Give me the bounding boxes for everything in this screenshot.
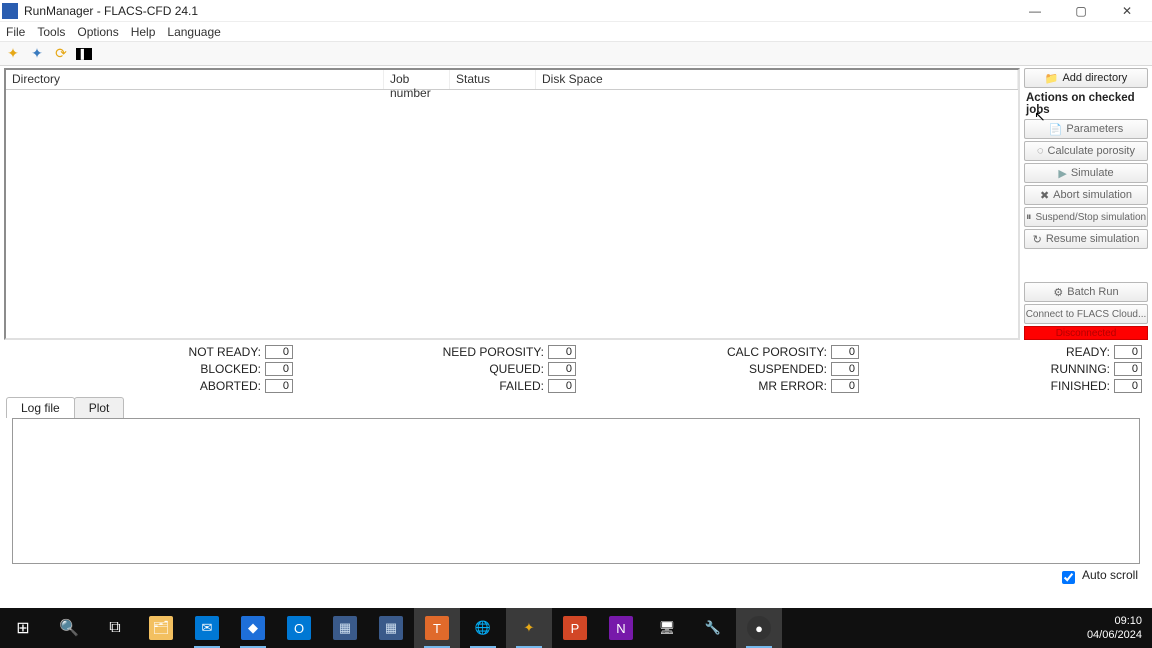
porosity-icon: ◌ bbox=[1037, 145, 1044, 157]
calc-porosity-button[interactable]: ◌ Calculate porosity bbox=[1024, 141, 1148, 161]
system-tray[interactable]: 09:10 04/06/2024 bbox=[1077, 614, 1152, 642]
search-button[interactable]: 🔍 bbox=[46, 608, 92, 648]
taskbar-obs[interactable]: ● bbox=[736, 608, 782, 648]
suspend-label: Suspend/Stop simulation bbox=[1035, 212, 1146, 223]
start-button[interactable]: ⊞ bbox=[0, 608, 46, 648]
abort-label: Abort simulation bbox=[1053, 189, 1132, 201]
taskbar-explorer[interactable]: 🗂 bbox=[138, 608, 184, 648]
taskbar-teams[interactable]: T bbox=[414, 608, 460, 648]
col-disk-space[interactable]: Disk Space bbox=[536, 70, 1018, 89]
clock-date: 04/06/2024 bbox=[1087, 628, 1142, 642]
maximize-button[interactable]: ▢ bbox=[1058, 0, 1104, 22]
taskbar-chrome[interactable]: 🌐 bbox=[460, 608, 506, 648]
menu-language[interactable]: Language bbox=[167, 25, 220, 39]
suspend-button[interactable]: ⏸ Suspend/Stop simulation bbox=[1024, 207, 1148, 227]
clock-time: 09:10 bbox=[1087, 614, 1142, 628]
toolbar-icon-1[interactable]: ✦ bbox=[4, 45, 22, 63]
tab-plot[interactable]: Plot bbox=[74, 397, 125, 418]
actions-section-label: Actions on checked jobs bbox=[1024, 90, 1148, 117]
taskbar-app-blue[interactable]: ◆ bbox=[230, 608, 276, 648]
reload-icon: ↻ bbox=[1033, 233, 1042, 246]
params-icon: 📄 bbox=[1049, 123, 1063, 136]
counter-blocked: BLOCKED:0 bbox=[10, 361, 293, 377]
counter-calc-porosity: CALC POROSITY:0 bbox=[576, 344, 859, 360]
resume-button[interactable]: ↻ Resume simulation bbox=[1024, 229, 1148, 249]
menu-help[interactable]: Help bbox=[131, 25, 156, 39]
col-directory[interactable]: Directory bbox=[6, 70, 384, 89]
taskbar-flacs[interactable]: ✦ bbox=[506, 608, 552, 648]
counter-mr-error: MR ERROR:0 bbox=[576, 378, 859, 394]
col-status[interactable]: Status bbox=[450, 70, 536, 89]
add-directory-label: Add directory bbox=[1062, 72, 1127, 84]
folder-icon: 📁 bbox=[1045, 72, 1059, 85]
close-button[interactable]: ✕ bbox=[1104, 0, 1150, 22]
batch-run-label: Batch Run bbox=[1067, 286, 1118, 298]
task-view-button[interactable]: ⧉ bbox=[92, 608, 138, 648]
simulate-button[interactable]: ▶ Simulate bbox=[1024, 163, 1148, 183]
connect-cloud-label: Connect to FLACS Cloud... bbox=[1026, 309, 1147, 320]
play-icon: ▶ bbox=[1058, 167, 1066, 180]
autoscroll-row: Auto scroll bbox=[0, 564, 1152, 587]
pause-icon: ⏸ bbox=[1026, 211, 1032, 224]
parameters-button[interactable]: 📄 Parameters bbox=[1024, 119, 1148, 139]
tabs-row: Log file Plot bbox=[0, 396, 1152, 418]
taskbar-outlook[interactable]: ✉ bbox=[184, 608, 230, 648]
counters-grid: NOT READY:0 NEED POROSITY:0 CALC POROSIT… bbox=[0, 342, 1152, 396]
grid-header: Directory Job number Status Disk Space bbox=[6, 70, 1018, 90]
tab-log-file[interactable]: Log file bbox=[6, 397, 75, 418]
batch-run-button[interactable]: ⚙ Batch Run bbox=[1024, 282, 1148, 302]
counter-running: RUNNING:0 bbox=[859, 361, 1142, 377]
taskbar-app-misc1[interactable]: 🖥 bbox=[644, 608, 690, 648]
connect-cloud-button[interactable]: Connect to FLACS Cloud... bbox=[1024, 304, 1148, 324]
abort-button[interactable]: ✖ Abort simulation bbox=[1024, 185, 1148, 205]
main-row: Directory Job number Status Disk Space 📁… bbox=[0, 66, 1152, 342]
toolbar-icon-2[interactable]: ✦ bbox=[28, 45, 46, 63]
taskbar-outlook2[interactable]: O bbox=[276, 608, 322, 648]
menu-tools[interactable]: Tools bbox=[37, 25, 65, 39]
calc-porosity-label: Calculate porosity bbox=[1048, 145, 1135, 157]
menubar: File Tools Options Help Language bbox=[0, 22, 1152, 42]
toolbar-terminal-icon[interactable]: ▌ bbox=[76, 48, 92, 60]
counter-need-porosity: NEED POROSITY:0 bbox=[293, 344, 576, 360]
titlebar: RunManager - FLACS-CFD 24.1 — ▢ ✕ bbox=[0, 0, 1152, 22]
taskbar-app-misc2[interactable]: 🔧 bbox=[690, 608, 736, 648]
simulate-label: Simulate bbox=[1071, 167, 1114, 179]
gear-icon: ⚙ bbox=[1053, 286, 1063, 299]
counter-ready: READY:0 bbox=[859, 344, 1142, 360]
counter-failed: FAILED:0 bbox=[293, 378, 576, 394]
add-directory-button[interactable]: 📁 Add directory bbox=[1024, 68, 1148, 88]
taskbar-powerpoint[interactable]: P bbox=[552, 608, 598, 648]
app-icon bbox=[2, 3, 18, 19]
col-job-number[interactable]: Job number bbox=[384, 70, 450, 89]
autoscroll-checkbox[interactable] bbox=[1062, 571, 1075, 584]
autoscroll-label: Auto scroll bbox=[1082, 568, 1138, 587]
counter-suspended: SUSPENDED:0 bbox=[576, 361, 859, 377]
resume-label: Resume simulation bbox=[1046, 233, 1140, 245]
window-title: RunManager - FLACS-CFD 24.1 bbox=[24, 4, 1012, 18]
taskbar: ⊞ 🔍 ⧉ 🗂 ✉ ◆ O ▦ ▦ T 🌐 ✦ P N 🖥 🔧 ● 09:10 … bbox=[0, 608, 1152, 648]
abort-icon: ✖ bbox=[1040, 189, 1049, 202]
counter-finished: FINISHED:0 bbox=[859, 378, 1142, 394]
toolbar-refresh-icon[interactable]: ⟳ bbox=[52, 45, 70, 63]
menu-options[interactable]: Options bbox=[77, 25, 118, 39]
counter-aborted: ABORTED:0 bbox=[10, 378, 293, 394]
toolbar: ✦ ✦ ⟳ ▌ bbox=[0, 42, 1152, 66]
taskbar-cfd2[interactable]: ▦ bbox=[368, 608, 414, 648]
jobs-grid[interactable]: Directory Job number Status Disk Space bbox=[4, 68, 1020, 340]
side-panel: 📁 Add directory Actions on checked jobs … bbox=[1022, 66, 1152, 342]
taskbar-cfd1[interactable]: ▦ bbox=[322, 608, 368, 648]
counter-queued: QUEUED:0 bbox=[293, 361, 576, 377]
menu-file[interactable]: File bbox=[6, 25, 25, 39]
parameters-label: Parameters bbox=[1066, 123, 1123, 135]
minimize-button[interactable]: — bbox=[1012, 0, 1058, 22]
counter-not-ready: NOT READY:0 bbox=[10, 344, 293, 360]
taskbar-onenote[interactable]: N bbox=[598, 608, 644, 648]
connection-status: Disconnected bbox=[1024, 326, 1148, 340]
log-textarea[interactable] bbox=[12, 418, 1140, 564]
